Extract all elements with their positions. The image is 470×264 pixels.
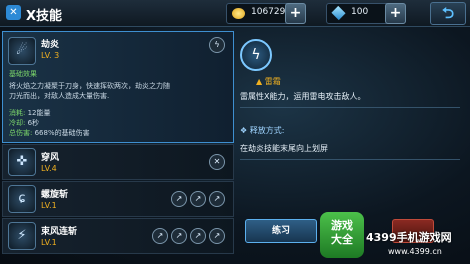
gem-counter: 100 + [326,3,406,24]
watermark-logo: 游戏 大全 [320,212,364,258]
total-damage: 总伤害: 668%的基础伤害 [9,128,90,138]
lightning-rune-icon: ϟ [209,37,225,53]
cross-arrows-rune-icon: ✕ [209,154,225,170]
rune-slot-icon: ↗ [190,191,206,207]
skill-level: LV.1 [41,201,57,210]
chain-slash-skill-icon: ⚡ [8,222,36,250]
rune-slot-icon: ↗ [152,228,168,244]
rune-marker-icon: ▲ [256,77,263,86]
gold-coin-icon [232,8,245,19]
divider [240,159,460,160]
skill-description-line-2: 刀光而出，对敌人造成大量伤害. [9,92,110,100]
divider [240,107,460,108]
gold-counter: 106729 + [226,3,306,24]
skill-description-line-1: 将火焰之力凝聚于刀身，快速挥砍两次，劫炎之力随 [9,82,170,90]
energy-cost: 消耗: 12能量 [9,108,51,118]
rune-slot-icon: ↗ [209,191,225,207]
rune-name-text: 雷霜 [264,77,281,86]
spiral-slash-skill-icon: ɕ [8,185,36,213]
x-skill-icon: ✕ [6,5,21,20]
gem-value: 100 [351,7,369,17]
rune-description: 雷属性X能力，运用雷电攻击敌人。 [240,92,366,101]
release-method-text: 释放方式: [249,126,285,135]
top-bar: ✕ X技能 106729 + 100 + ⮌ [0,0,470,27]
skill-card-luoxuanzhan[interactable]: ɕ 螺旋斩 LV.1 ↗ ↗ ↗ [2,181,234,217]
diamond-icon [331,5,346,21]
skill-level: LV.4 [41,164,57,173]
thunder-rune-icon: ϟ [240,39,272,71]
wind-pierce-skill-icon: ✜ [8,148,36,176]
rune-slot-icon: ↗ [171,228,187,244]
release-method-icon: ❖ [240,126,248,135]
skill-level: LV. 3 [41,51,60,60]
add-gold-button[interactable]: + [285,3,306,24]
cooldown: 冷却: 6秒 [9,118,39,128]
rune-slot-icon: ↗ [190,228,206,244]
tornado-skill-icon: ☄ [8,37,36,65]
rune-detail-panel: ϟ ▲ 雷霜 雷属性X能力，运用雷电攻击敌人。 ❖ 释放方式: 在劫炎技能末尾向… [236,31,468,231]
cooldown-value: 6秒 [27,119,40,127]
watermark-logo-text-2: 大全 [331,233,353,246]
watermark-site-title: 4399手机游戏网 [366,231,452,244]
watermark-logo-text-1: 游戏 [331,219,353,232]
gold-value: 106729 [251,7,286,17]
skill-card-chuanfeng[interactable]: ✜ 穿风 LV.4 ✕ [2,144,234,180]
cooldown-label: 冷却: [9,119,26,127]
energy-label: 消耗: [9,109,26,117]
add-gems-button[interactable]: + [385,3,406,24]
watermark-site-url: www.4399.cn [388,247,442,256]
skill-card-jieyan[interactable]: ☄ 劫炎 LV. 3 ϟ 基础效果 将火焰之力凝聚于刀身，快速挥砍两次，劫炎之力… [2,31,234,143]
rune-name: ▲ 雷霜 [256,76,281,87]
practice-button[interactable]: 练习 [245,219,317,243]
release-method-label: ❖ 释放方式: [240,125,284,136]
back-arrow-icon: ⮌ [441,4,454,22]
skill-name: 劫炎 [41,40,60,50]
damage-label: 总伤害: [9,129,33,137]
skill-name: 穿风 [41,153,60,163]
skill-level: LV.1 [41,238,57,247]
skill-card-shufenglianzhan[interactable]: ⚡ 束风连斩 LV.1 ↗ ↗ ↗ ↗ [2,218,234,254]
rune-slot-icon: ↗ [209,228,225,244]
skill-name: 束风连斩 [41,227,78,237]
damage-value: 668%的基础伤害 [34,129,90,137]
skill-name: 螺旋斩 [41,190,69,200]
release-method-description: 在劫炎技能末尾向上划屏 [240,144,328,153]
base-effect-label: 基础效果 [9,70,37,78]
page-title: X技能 [26,9,63,24]
energy-value: 12能量 [27,109,51,117]
rune-slot-icon: ↗ [171,191,187,207]
skill-list: ☄ 劫炎 LV. 3 ϟ 基础效果 将火焰之力凝聚于刀身，快速挥砍两次，劫炎之力… [0,31,234,264]
back-button[interactable]: ⮌ [430,2,466,25]
